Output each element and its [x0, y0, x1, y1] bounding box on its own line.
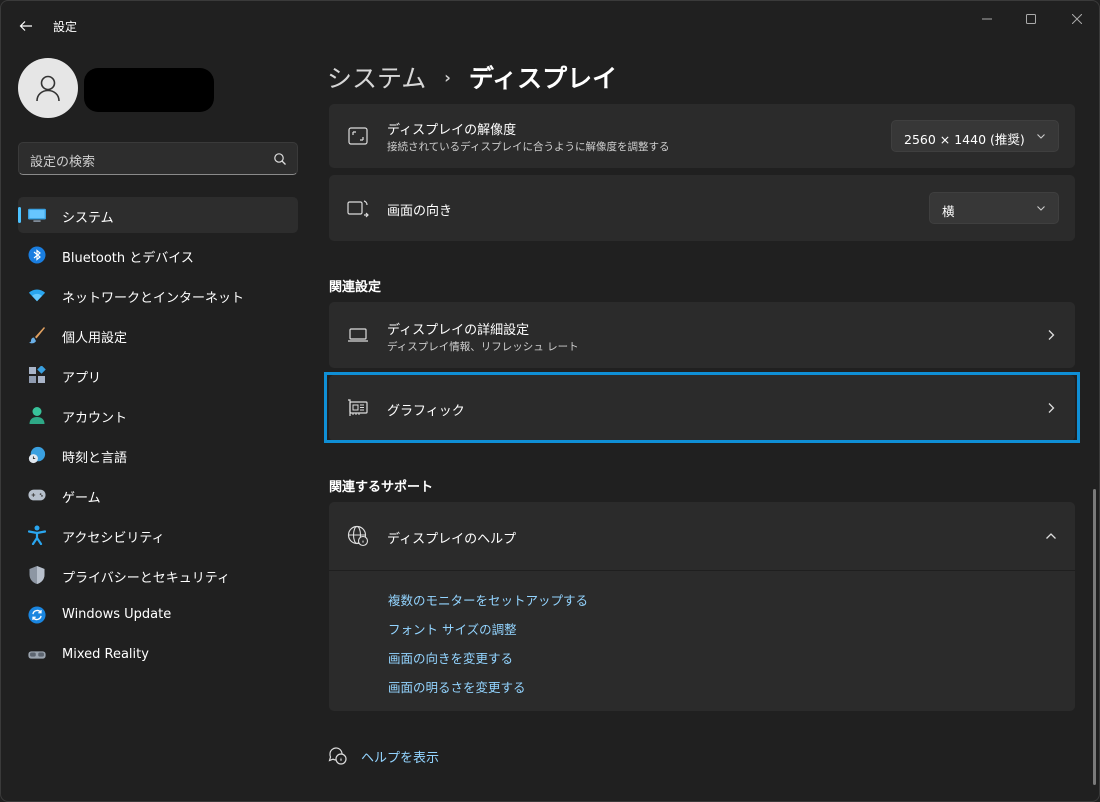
sidebar-item-network[interactable]: ネットワークとインターネット — [18, 277, 298, 313]
orientation-dropdown[interactable]: 横 — [929, 192, 1059, 224]
chevron-down-icon — [1037, 206, 1045, 211]
title-bar: 設定 — [1, 1, 1099, 49]
sidebar-item-label: Bluetooth とデバイス — [62, 251, 194, 266]
resolution-value: 2560 × 1440 (推奨) — [904, 132, 1025, 147]
sidebar-item-privacy[interactable]: プライバシーとセキュリティ — [18, 557, 298, 593]
minimize-button[interactable] — [967, 7, 1007, 31]
accessibility-icon — [28, 525, 46, 545]
search-icon[interactable] — [273, 152, 287, 166]
sidebar-item-label: アカウント — [62, 411, 128, 426]
brush-icon — [28, 326, 46, 344]
resolution-dropdown[interactable]: 2560 × 1440 (推奨) — [891, 120, 1059, 152]
display-help-title: ディスプレイのヘルプ — [387, 532, 517, 547]
avatar[interactable] — [18, 58, 78, 118]
display-help-content: 複数のモニターをセットアップする フォント サイズの調整 画面の向きを変更する … — [329, 570, 1075, 711]
resolution-title: ディスプレイの解像度 — [387, 123, 517, 138]
advanced-display-card[interactable]: ディスプレイの詳細設定 ディスプレイ情報、リフレッシュ レート — [329, 302, 1075, 368]
sidebar-item-label: プライバシーとセキュリティ — [62, 571, 230, 586]
sidebar-item-label: Mixed Reality — [62, 647, 149, 662]
resolution-card: ディスプレイの解像度 接続されているディスプレイに合うように解像度を調整する 2… — [329, 104, 1075, 168]
maximize-button[interactable] — [1011, 7, 1051, 31]
minimize-icon — [982, 18, 992, 20]
advanced-display-subtitle: ディスプレイ情報、リフレッシュ レート — [387, 341, 579, 353]
chevron-right-icon — [1048, 330, 1055, 340]
sidebar-item-windows-update[interactable]: Windows Update — [18, 597, 298, 633]
sidebar-item-system[interactable]: システム — [18, 197, 298, 233]
sidebar-item-label: 個人用設定 — [62, 331, 128, 346]
page-title: ディスプレイ — [468, 64, 618, 93]
username-redacted — [84, 68, 214, 112]
sidebar-item-label: アクセシビリティ — [62, 531, 165, 546]
bluetooth-icon — [28, 246, 46, 264]
apps-icon — [28, 366, 46, 384]
windows-update-icon — [28, 606, 46, 624]
sidebar-item-accounts[interactable]: アカウント — [18, 397, 298, 433]
search-box[interactable]: 設定の検索 — [18, 142, 298, 175]
account-icon — [28, 406, 46, 424]
sidebar-item-bluetooth[interactable]: Bluetooth とデバイス — [18, 237, 298, 273]
settings-window: 設定 設定の検索 システム Bluetooth とデバイス ネットワークとインタ… — [0, 0, 1100, 802]
sidebar-item-label: アプリ — [62, 371, 102, 386]
sidebar-item-apps[interactable]: アプリ — [18, 357, 298, 393]
close-icon — [1072, 14, 1082, 24]
orientation-title: 画面の向き — [387, 204, 453, 219]
sidebar-item-mixed-reality[interactable]: Mixed Reality — [18, 637, 298, 673]
wifi-icon — [28, 286, 46, 304]
resolution-subtitle: 接続されているディスプレイに合うように解像度を調整する — [387, 141, 670, 153]
gamepad-icon — [28, 486, 46, 504]
sidebar-item-label: ゲーム — [62, 491, 101, 506]
person-icon — [36, 75, 60, 102]
sidebar-item-label: 時刻と言語 — [62, 451, 128, 466]
related-settings-heading: 関連設定 — [329, 280, 382, 295]
sidebar-item-personalization[interactable]: 個人用設定 — [18, 317, 298, 353]
search-input[interactable]: 設定の検索 — [30, 151, 95, 170]
help-link-screen-brightness[interactable]: 画面の明るさを変更する — [388, 677, 526, 696]
chevron-down-icon — [1037, 134, 1045, 139]
orientation-value: 横 — [942, 204, 955, 219]
laptop-icon — [347, 324, 369, 346]
scrollbar[interactable] — [1093, 489, 1096, 785]
breadcrumb: システム › ディスプレイ — [327, 59, 617, 95]
graphics-highlight-box — [324, 372, 1080, 443]
shield-icon — [28, 566, 46, 584]
screen-rotation-icon — [347, 197, 369, 219]
close-button[interactable] — [1057, 7, 1097, 31]
sidebar-nav: システム Bluetooth とデバイス ネットワークとインターネット 個人用設… — [18, 197, 298, 677]
sidebar-item-accessibility[interactable]: アクセシビリティ — [18, 517, 298, 553]
sidebar-item-label: Windows Update — [62, 607, 172, 622]
sidebar-item-label: ネットワークとインターネット — [62, 291, 245, 306]
help-link-multiple-monitors[interactable]: 複数のモニターをセットアップする — [388, 590, 588, 609]
breadcrumb-separator: › — [444, 67, 451, 87]
mixed-reality-icon — [28, 646, 46, 664]
maximize-icon — [1026, 14, 1036, 24]
system-display-icon — [28, 206, 46, 224]
display-help-header[interactable]: ディスプレイのヘルプ — [329, 502, 1075, 570]
sidebar-item-label: システム — [62, 211, 114, 226]
sidebar-item-gaming[interactable]: ゲーム — [18, 477, 298, 513]
sidebar-item-time-language[interactable]: 時刻と言語 — [18, 437, 298, 473]
advanced-display-title: ディスプレイの詳細設定 — [387, 323, 530, 338]
help-link-screen-orientation[interactable]: 画面の向きを変更する — [388, 648, 513, 667]
chevron-up-icon[interactable] — [1045, 530, 1057, 542]
help-chat-icon — [328, 747, 347, 765]
breadcrumb-parent[interactable]: システム — [327, 59, 426, 95]
app-title: 設定 — [53, 20, 78, 34]
globe-help-icon — [347, 525, 369, 547]
arrow-left-icon — [19, 21, 32, 31]
resolution-icon — [347, 125, 369, 147]
get-help-label: ヘルプを表示 — [361, 751, 440, 766]
time-language-icon — [28, 446, 46, 464]
related-support-heading: 関連するサポート — [329, 480, 434, 495]
orientation-card: 画面の向き 横 — [329, 175, 1075, 241]
help-link-font-size[interactable]: フォント サイズの調整 — [388, 619, 517, 638]
back-button[interactable] — [13, 13, 39, 39]
